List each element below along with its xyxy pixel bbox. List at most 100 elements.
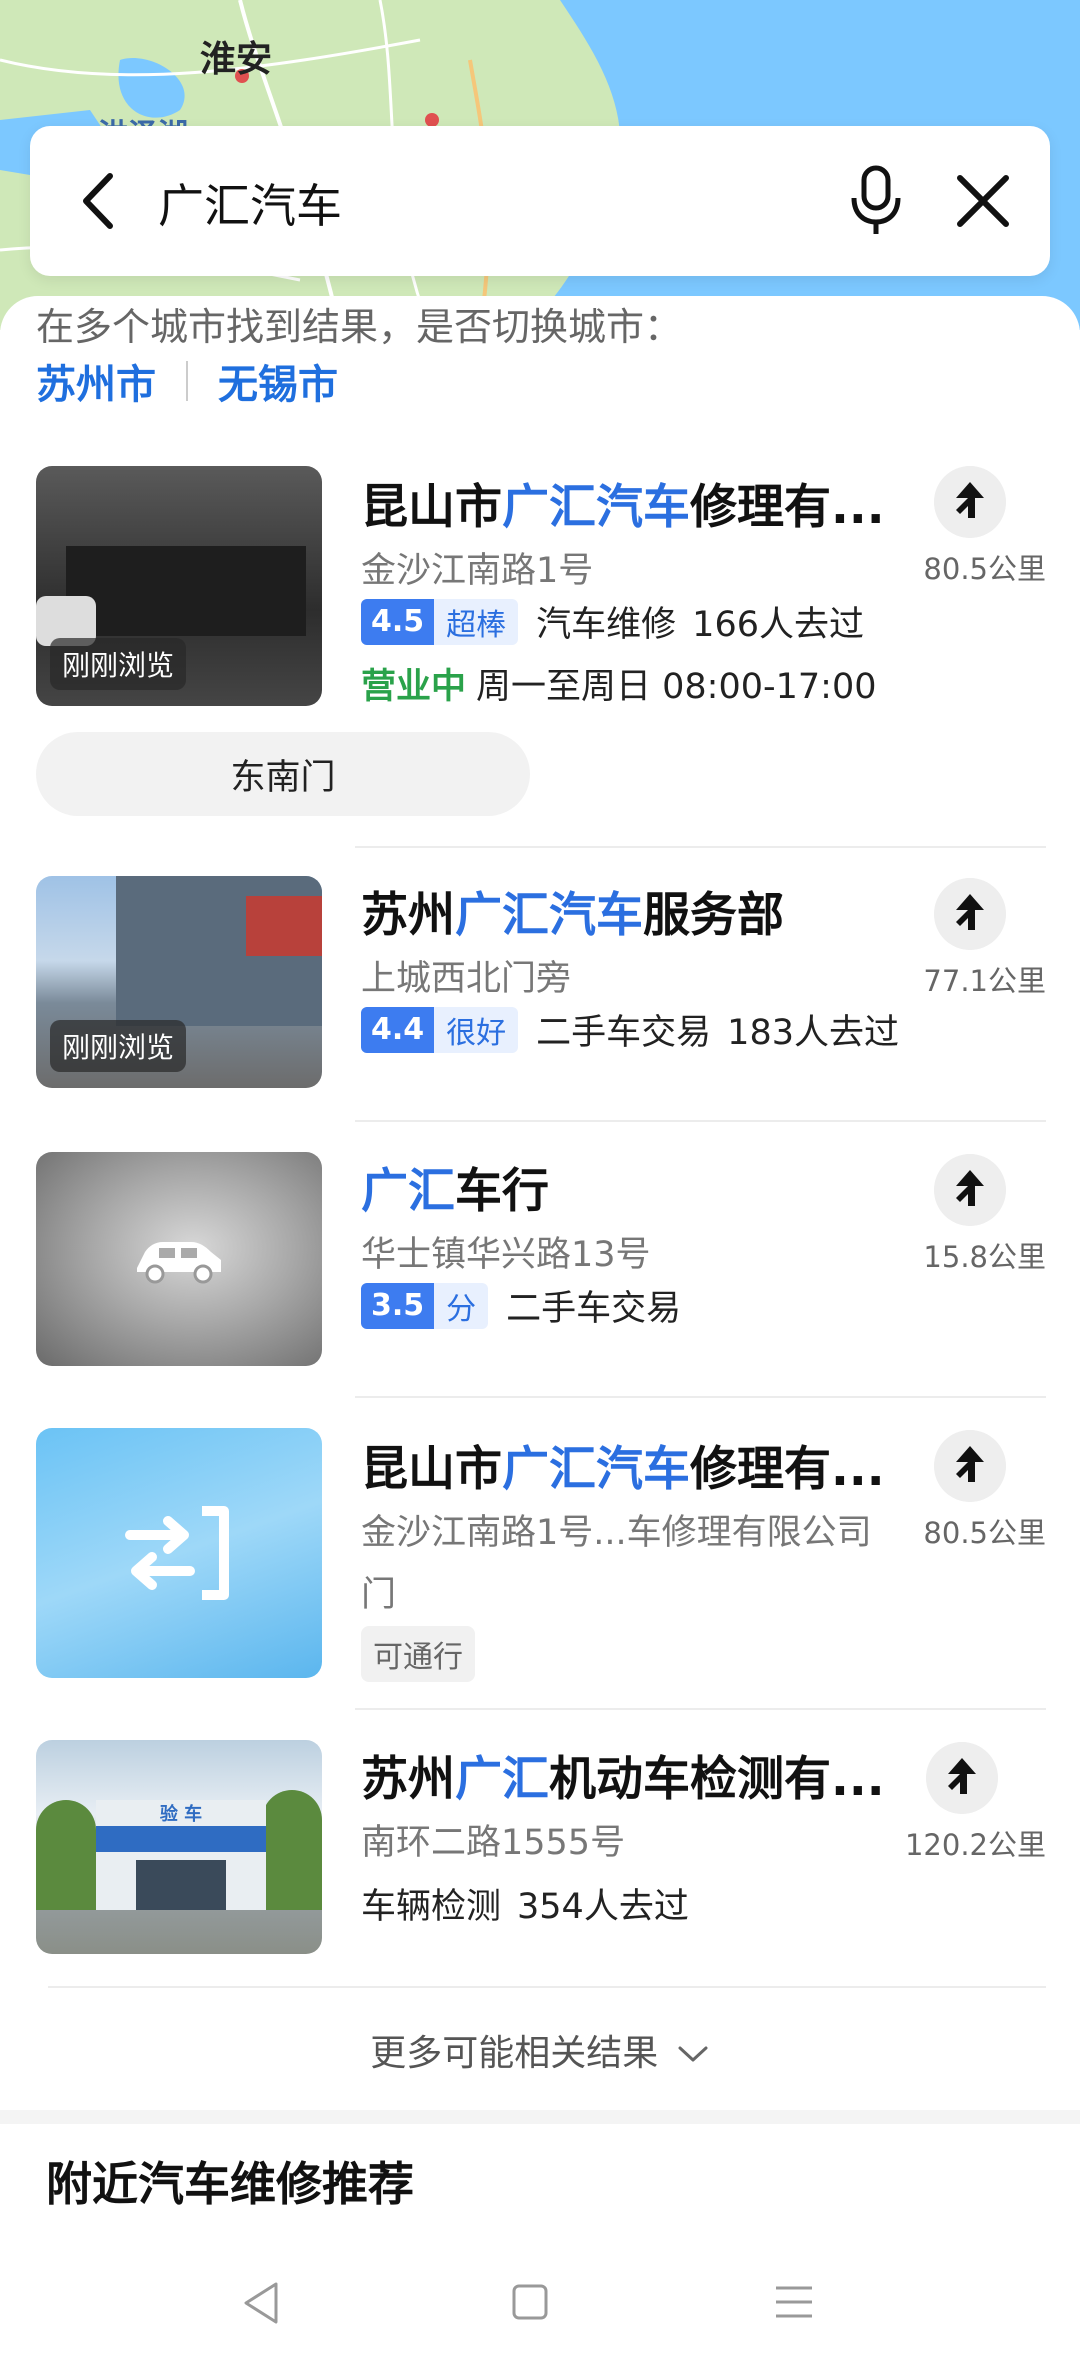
- result-visits: 354人去过: [517, 1887, 689, 1927]
- result-thumbnail: [36, 1428, 322, 1678]
- result-item[interactable]: 刚刚浏览 苏州广汇汽车服务部 上城西北门旁 4.4 很好 二手车交易 183人去过…: [36, 876, 1046, 1096]
- rating-label: 超棒: [434, 598, 519, 645]
- result-category: 汽车维修: [536, 605, 677, 645]
- result-category: 车辆检测: [361, 1887, 502, 1927]
- rating-badge: 4.4 很好: [361, 1006, 519, 1053]
- nav-back-icon[interactable]: [240, 2280, 282, 2326]
- result-distance: 120.2公里: [904, 1828, 1046, 1862]
- tree-shape: [36, 1800, 96, 1910]
- nav-menu-icon[interactable]: [774, 2284, 814, 2320]
- divider: [355, 1120, 1046, 1122]
- divider: [355, 846, 1046, 848]
- divider: [48, 1986, 1046, 1988]
- title-suffix: 车行: [455, 1164, 549, 1219]
- result-address: 华士镇华兴路13号: [361, 1235, 651, 1275]
- result-category: 二手车交易: [536, 1013, 712, 1053]
- result-title: 昆山市广汇汽车修理有...: [361, 468, 885, 537]
- result-item[interactable]: 昆山市广汇汽车修理有... 金沙江南路1号...车修理有限公司 门 可通行 80…: [36, 1428, 1046, 1688]
- title-prefix: 昆山市: [361, 480, 502, 535]
- divider: [355, 1708, 1046, 1710]
- navigate-arrow-icon[interactable]: [934, 466, 1006, 538]
- result-meta: 3.5 分 二手车交易: [361, 1280, 681, 1331]
- result-address: 金沙江南路1号: [361, 551, 594, 591]
- city-option-wuxi[interactable]: 无锡市: [218, 352, 338, 410]
- open-status: 营业中: [361, 667, 467, 707]
- swap-icon: [125, 1506, 229, 1600]
- city-option-suzhou[interactable]: 苏州市: [36, 352, 156, 410]
- result-item[interactable]: 刚刚浏览 昆山市广汇汽车修理有... 金沙江南路1号 4.5 超棒 汽车维修 16…: [36, 466, 1046, 716]
- building-door: [136, 1860, 226, 1910]
- sub-entrance-chip[interactable]: 东南门: [36, 732, 530, 816]
- navigate-arrow-icon[interactable]: [934, 1430, 1006, 1502]
- title-highlight: 广汇: [361, 1164, 455, 1219]
- mic-icon[interactable]: [840, 162, 912, 238]
- result-address: 上城西北门旁: [361, 959, 572, 999]
- divider: [355, 1396, 1046, 1398]
- result-address: 南环二路1555号: [361, 1823, 626, 1863]
- car-icon: [137, 1242, 221, 1284]
- result-thumbnail: 验 车: [36, 1740, 322, 1954]
- result-distance: 77.1公里: [923, 964, 1046, 998]
- result-thumbnail: 刚刚浏览: [36, 466, 322, 706]
- result-title: 苏州广汇汽车服务部: [361, 876, 784, 945]
- more-results-link[interactable]: 更多可能相关结果: [0, 2024, 1080, 2076]
- title-suffix: 服务部: [643, 888, 784, 943]
- result-category: 二手车交易: [506, 1289, 682, 1329]
- building-shape: 验 车: [96, 1800, 266, 1910]
- building-sign-text: 验 车: [159, 1804, 203, 1825]
- tree-shape: [262, 1790, 322, 1910]
- recently-viewed-tag: 刚刚浏览: [50, 1020, 187, 1072]
- title-prefix: 昆山市: [361, 1442, 502, 1497]
- title-highlight: 广汇: [455, 1752, 549, 1807]
- rating-score: 4.5: [361, 598, 435, 645]
- result-distance: 80.5公里: [923, 552, 1046, 586]
- close-icon[interactable]: [948, 166, 1018, 236]
- result-meta: 4.5 超棒 汽车维修 166人去过: [361, 596, 864, 647]
- result-meta: 4.4 很好 二手车交易 183人去过: [361, 1004, 899, 1055]
- navigate-arrow-icon[interactable]: [934, 1154, 1006, 1226]
- result-visits: 166人去过: [692, 605, 864, 645]
- result-item[interactable]: 广汇车行 华士镇华兴路13号 3.5 分 二手车交易 15.8公里: [36, 1152, 1046, 1372]
- recently-viewed-tag: 刚刚浏览: [50, 638, 187, 690]
- result-thumbnail: 刚刚浏览: [36, 876, 322, 1088]
- search-input[interactable]: 广汇汽车: [158, 170, 342, 236]
- result-thumbnail: [36, 1152, 322, 1366]
- garage-shape: [66, 546, 306, 636]
- chevron-down-icon: [678, 2046, 708, 2062]
- title-suffix: 修理有...: [690, 1442, 885, 1497]
- title-highlight: 广汇汽车: [455, 888, 643, 943]
- result-title: 昆山市广汇汽车修理有...: [361, 1430, 885, 1499]
- section-separator: [0, 2110, 1080, 2124]
- rating-badge: 4.5 超棒: [361, 598, 519, 645]
- title-prefix: 苏州: [361, 1752, 455, 1807]
- system-nav-bar: [0, 2250, 1080, 2362]
- result-title: 广汇车行: [361, 1152, 549, 1221]
- rating-score: 3.5: [361, 1282, 435, 1329]
- nav-home-icon[interactable]: [510, 2282, 550, 2322]
- title-highlight: 广汇汽车: [502, 480, 690, 535]
- result-item[interactable]: 验 车 苏州广汇机动车检测有... 南环二路1555号 车辆检测 354人去过 …: [36, 1740, 1046, 1960]
- city-switch-hint: 在多个城市找到结果，是否切换城市：: [36, 305, 683, 349]
- title-highlight: 广汇汽车: [502, 1442, 690, 1497]
- navigate-arrow-icon[interactable]: [926, 1742, 998, 1814]
- city-separator: [186, 361, 188, 401]
- rating-label: 很好: [434, 1006, 519, 1053]
- result-distance: 80.5公里: [923, 1516, 1046, 1550]
- building-stripe: [96, 1826, 266, 1852]
- rating-label: 分: [434, 1282, 489, 1329]
- result-distance: 15.8公里: [923, 1240, 1046, 1274]
- rating-badge: 3.5 分: [361, 1282, 489, 1329]
- result-meta: 车辆检测 354人去过: [361, 1878, 689, 1929]
- result-title: 苏州广汇机动车检测有...: [361, 1740, 885, 1809]
- result-visits: 183人去过: [727, 1013, 899, 1053]
- opening-hours: 周一至周日 08:00-17:00: [476, 667, 877, 707]
- city-switch-options: 苏州市 无锡市: [36, 352, 338, 410]
- nearby-section-title: 附近汽车维修推荐: [46, 2157, 414, 2211]
- title-prefix: 苏州: [361, 888, 455, 943]
- back-icon[interactable]: [66, 166, 136, 236]
- navigate-arrow-icon[interactable]: [934, 878, 1006, 950]
- more-results-label: 更多可能相关结果: [370, 2033, 659, 2074]
- search-bar[interactable]: 广汇汽车: [30, 126, 1050, 276]
- rating-score: 4.4: [361, 1006, 435, 1053]
- result-hours: 营业中 周一至周日 08:00-17:00: [361, 658, 877, 709]
